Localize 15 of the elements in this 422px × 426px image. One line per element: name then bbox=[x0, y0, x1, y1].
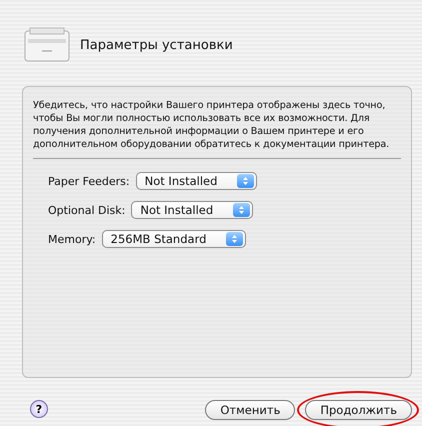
help-button[interactable]: ? bbox=[30, 400, 48, 418]
option-dropdown[interactable]: Not Installed bbox=[131, 201, 254, 219]
up-down-arrows-icon bbox=[237, 174, 254, 188]
up-down-arrows-icon bbox=[233, 203, 250, 217]
up-down-arrows-icon bbox=[226, 232, 244, 246]
option-dropdown[interactable]: 256MB Standard bbox=[102, 230, 246, 248]
option-dropdown[interactable]: Not Installed bbox=[136, 172, 258, 190]
cancel-button[interactable]: Отменить bbox=[205, 400, 296, 420]
option-label: Paper Feeders: bbox=[48, 174, 130, 188]
sheet-title: Параметры установки bbox=[80, 38, 233, 52]
description-text: Убедитесь, что настройки Вашего принтера отображены здесь точно, чтобы Вы могли полностью использовать все их возможности. Для получения дополнительной информации о Вашем принтере и его дополнительном оборудовании обратитесь к документации принтера. bbox=[33, 99, 401, 159]
printer-icon bbox=[24, 27, 70, 63]
option-label: Memory: bbox=[48, 232, 96, 246]
option-label: Optional Disk: bbox=[48, 204, 126, 216]
continue-button[interactable]: Продолжить bbox=[305, 400, 412, 420]
